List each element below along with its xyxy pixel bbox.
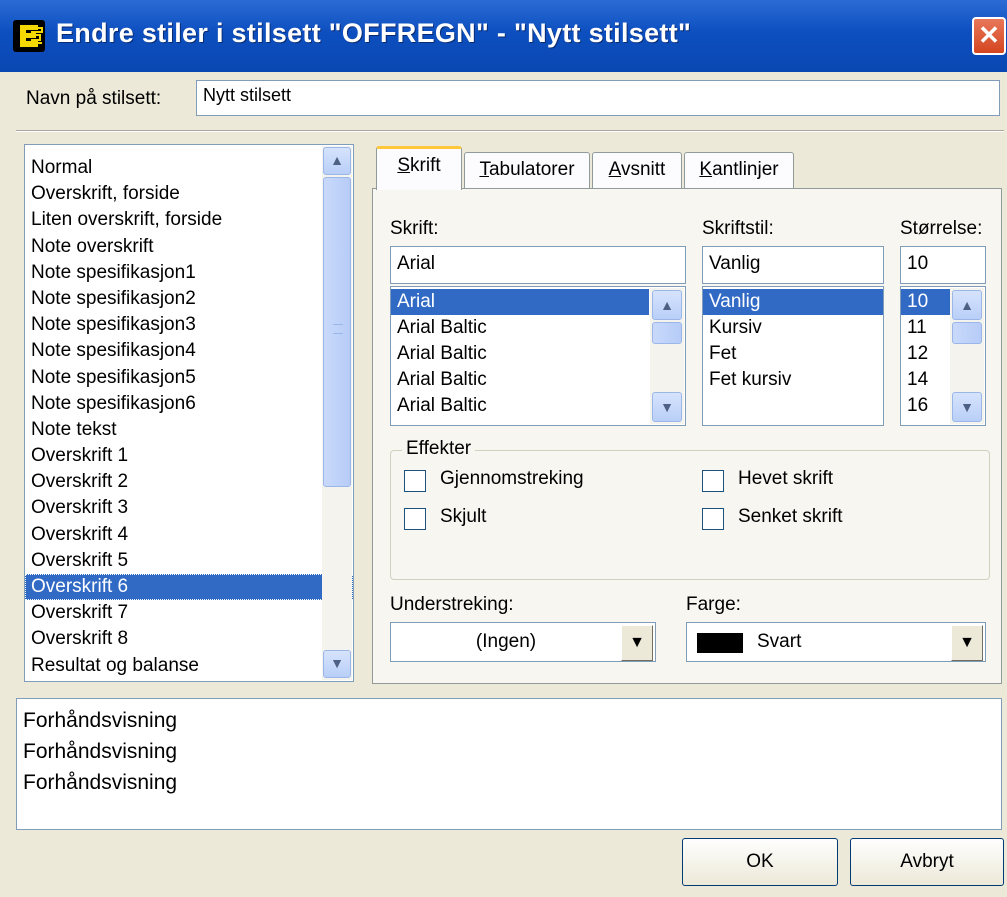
close-button[interactable]: ✕ [972,17,1006,55]
effects-title: Effekter [402,438,476,460]
font-option[interactable]: Arial [391,289,649,315]
tab-kantlinjer-label: antlinjer [712,159,779,180]
font-size-option[interactable]: 12 [901,341,951,367]
font-size-option[interactable]: 11 [901,315,951,341]
style-list-item[interactable]: Note spesifikasjon1 [25,260,353,286]
font-scroll-up-button[interactable]: ▲ [652,290,682,320]
style-set-name-input[interactable]: Nytt stilsett [196,80,1000,116]
style-list-item[interactable]: Note overskrift [25,234,353,260]
chevron-down-icon[interactable]: ▼ [951,625,983,661]
font-style-option[interactable]: Vanlig [703,289,883,315]
strikethrough-checkbox[interactable] [404,470,426,492]
font-style-label: Skriftstil: [702,218,774,239]
font-size-input[interactable]: 10 [900,246,986,284]
font-style-input[interactable]: Vanlig [702,246,884,284]
window-title: Endre stiler i stilsett "OFFREGN" - "Nyt… [56,18,692,48]
color-value: Svart [757,631,802,652]
preview-box: Forhåndsvisning Forhåndsvisning Forhånds… [16,698,1002,830]
tab-tabulatorer-key: T [479,159,489,180]
tab-kantlinjer[interactable]: Kantlinjer [684,152,794,188]
size-scroll-down-button[interactable]: ▼ [952,392,982,422]
style-list-item[interactable]: Overskrift 3 [25,495,353,521]
underline-label: Understreking: [390,594,514,615]
font-style-option[interactable]: Kursiv [703,315,883,341]
color-select[interactable]: Svart ▼ [686,622,986,662]
tab-skrift-key: S [397,155,411,176]
font-option[interactable]: Arial Baltic [391,393,649,419]
font-label: Skrift: [390,218,439,239]
ok-button[interactable]: OK [682,838,838,886]
font-option[interactable]: Arial Baltic [391,341,649,367]
tab-avsnitt[interactable]: Avsnitt [592,152,682,188]
style-list-item[interactable]: Overskrift 4 [25,522,353,548]
size-scroll-up-button[interactable]: ▲ [952,290,982,320]
font-list[interactable]: Arial Arial Baltic Arial Baltic Arial Balti… [390,286,686,426]
subscript-checkbox[interactable] [702,508,724,530]
font-style-list[interactable]: Vanlig Kursiv Fet Fet kursiv [702,286,884,426]
font-scroll-down-button[interactable]: ▼ [652,392,682,422]
style-list-item[interactable]: Liten overskrift, forside [25,207,353,233]
hidden-label: Skjult [440,506,487,527]
strikethrough-label: Gjennomstreking [440,468,584,489]
tab-avsnitt-key: A [608,159,621,180]
hidden-checkbox[interactable] [404,508,426,530]
style-list-item[interactable]: Note spesifikasjon2 [25,286,353,312]
cancel-button[interactable]: Avbryt [850,838,1004,886]
chevron-down-icon[interactable]: ▼ [621,625,653,661]
tab-skrift-label: krift [410,155,441,176]
style-list-item[interactable]: Overskrift 1 [25,443,353,469]
font-style-option[interactable]: Fet [703,341,883,367]
size-scroll-thumb[interactable] [952,322,982,344]
font-size-option[interactable]: 10 [901,289,951,315]
tab-skrift[interactable]: Skrift [376,146,462,190]
style-list-item[interactable]: Note tekst [25,417,353,443]
subscript-label: Senket skrift [738,506,843,527]
font-input[interactable]: Arial [390,246,686,284]
style-list-item[interactable]: Resultat og balanse [25,653,353,679]
superscript-checkbox[interactable] [702,470,724,492]
style-list-item[interactable]: Note spesifikasjon5 [25,365,353,391]
tab-tabulatorer[interactable]: Tabulatorer [464,152,590,188]
font-size-option[interactable]: 14 [901,367,951,393]
font-scroll-thumb[interactable] [652,322,682,344]
style-set-name-label: Navn på stilsett: [26,88,162,109]
preview-line: Forhåndsvisning [23,740,178,763]
scroll-thumb[interactable] [323,177,351,487]
scroll-down-button[interactable]: ▼ [323,650,351,678]
app-icon [12,19,46,53]
preview-line: Forhåndsvisning [23,771,178,794]
color-label: Farge: [686,594,741,615]
font-option[interactable]: Arial Baltic [391,367,649,393]
underline-value: (Ingen) [475,631,537,652]
style-list-item[interactable]: Overskrift 5 [25,548,353,574]
font-size-option[interactable]: 16 [901,393,951,419]
style-list-item[interactable]: Overskrift 7 [25,600,353,626]
style-list-scrollbar[interactable]: ▲ ▼ [322,146,352,680]
size-list-scrollbar[interactable]: ▲ ▼ [950,288,984,424]
style-list-item[interactable]: Note spesifikasjon3 [25,312,353,338]
tab-avsnitt-label: vsnitt [620,159,666,180]
style-list-item[interactable]: Overskrift 8 [25,626,353,652]
color-swatch [697,633,743,653]
scroll-up-button[interactable]: ▲ [323,147,351,175]
style-list-item[interactable]: Note spesifikasjon6 [25,391,353,417]
font-style-option[interactable]: Fet kursiv [703,367,883,393]
font-list-scrollbar[interactable]: ▲ ▼ [650,288,684,424]
superscript-label: Hevet skrift [738,468,834,489]
tab-kantlinjer-key: K [699,159,713,180]
font-size-label: Størrelse: [900,218,983,239]
style-list-item[interactable]: Overskrift 2 [25,469,353,495]
style-list-item[interactable]: Overskrift 6 [25,574,353,601]
style-list-item[interactable]: Note spesifikasjon4 [25,338,353,364]
underline-select[interactable]: (Ingen) ▼ [390,622,656,662]
style-list[interactable]: Normal Overskrift, forside Liten overskrif… [24,144,354,682]
tab-tabulatorer-label: abulatorer [488,159,575,180]
style-list-item[interactable]: Normal [25,155,353,181]
separator [16,130,1004,132]
font-option[interactable]: Arial Baltic [391,315,649,341]
grip-icon [333,324,343,334]
preview-line: Forhåndsvisning [23,709,178,732]
style-list-item[interactable]: Overskrift, forside [25,181,353,207]
